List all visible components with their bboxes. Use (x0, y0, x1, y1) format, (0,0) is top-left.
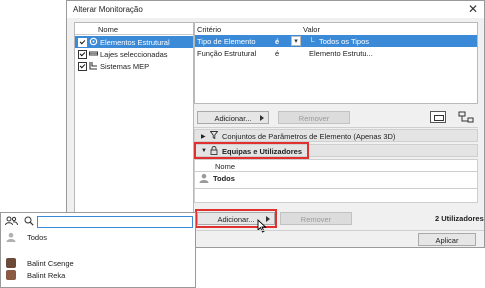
search-input[interactable] (37, 216, 193, 228)
expand-arrow-icon: ▶ (201, 134, 206, 140)
divider (194, 127, 478, 128)
value-cell[interactable]: Elemento Estrutu... (309, 49, 373, 58)
remove-user-label: Remover (300, 215, 332, 224)
column-header-nome: Nome (98, 25, 119, 34)
structural-elements-icon (89, 37, 98, 46)
list-item-label: Elementos Estrutural (100, 38, 170, 47)
title-bar: Alterar Monitoração ✕ (67, 1, 484, 18)
list-item-label: Sistemas MEP (100, 62, 150, 71)
section-label: Conjuntos de Parâmetros de Elemento (Ape… (222, 132, 396, 141)
list-header: Nome (75, 23, 193, 35)
avatar (6, 258, 16, 268)
list-item[interactable]: Balint Csenge (1, 257, 195, 269)
operator-cell[interactable]: é (275, 49, 279, 58)
user-picker-popup: Todos Balint Csenge Balint Reka (0, 212, 196, 288)
user-icon (6, 232, 16, 244)
close-icon[interactable]: ✕ (468, 2, 478, 16)
avatar (6, 270, 16, 280)
search-icon (24, 216, 34, 228)
remove-criterion-label: Remover (298, 114, 330, 123)
mouse-pointer-icon (257, 218, 267, 235)
alterar-monitoracao-dialog: Alterar Monitoração ✕ Nome Elementos Est… (66, 0, 485, 249)
criteria-table: Critério Valor Tipo de Elemento é ▾ Todo… (194, 22, 478, 104)
criterion-cell: Função Estrutural (197, 49, 257, 58)
list-item[interactable]: Balint Reka (1, 269, 195, 281)
row-divider (195, 188, 477, 189)
tree-connector-icon: └ (309, 37, 315, 46)
users-count: 2 Utilizadores (435, 214, 484, 223)
checkbox[interactable] (78, 38, 87, 47)
list-item[interactable]: Todos (1, 231, 195, 243)
column-header-criterio: Critério (197, 25, 222, 34)
filter-icon (209, 131, 219, 141)
column-header-nome: Nome (215, 162, 236, 171)
criterion-cell: Tipo de Elemento (197, 37, 256, 46)
hierarchy-icon[interactable] (458, 111, 474, 123)
table-row[interactable]: Todos (195, 172, 477, 184)
list-item-lajes-seleccionadas[interactable]: Lajes seleccionadas (75, 48, 193, 60)
checkbox[interactable] (78, 50, 87, 59)
column-header-valor: Valor (303, 25, 320, 34)
remove-criterion-button[interactable]: Remover (278, 111, 350, 124)
criteria-row-funcao-estrutural[interactable]: Função Estrutural é Elemento Estrutu... (195, 47, 477, 59)
add-criterion-label: Adicionar... (214, 114, 252, 123)
section-parameter-sets[interactable]: ▶ Conjuntos de Parâmetros de Elemento (A… (194, 129, 478, 142)
user-name: Todos (213, 174, 235, 183)
user-name: Todos (27, 233, 48, 242)
dialog-title: Alterar Monitoração (73, 5, 143, 14)
operator-cell[interactable]: é (275, 37, 279, 46)
value-cell[interactable]: Todos os Tipos (319, 37, 369, 46)
remove-user-button[interactable]: Remover (280, 212, 352, 225)
user-name: Balint Csenge (27, 259, 74, 268)
slab-icon (89, 49, 98, 58)
list-item-label: Lajes seleccionadas (100, 50, 168, 59)
highlight-box (194, 142, 309, 159)
add-criterion-button[interactable]: Adicionar... (197, 111, 269, 124)
operator-dropdown-icon[interactable]: ▾ (291, 36, 301, 46)
submenu-arrow-icon (260, 115, 264, 121)
users-table: Nome Todos (194, 159, 478, 203)
users-group-icon[interactable] (5, 216, 18, 228)
apply-button[interactable]: Aplicar (418, 233, 476, 246)
mep-systems-icon (89, 61, 98, 70)
list-item-sistemas-mep[interactable]: Sistemas MEP (75, 60, 193, 72)
list-item-elementos-estrutural[interactable]: Elementos Estrutural (75, 36, 193, 48)
apply-label: Aplicar (435, 236, 459, 245)
user-icon (199, 173, 209, 185)
frame-icon[interactable] (430, 111, 446, 123)
criteria-row-tipo-de-elemento[interactable]: Tipo de Elemento é ▾ Todos os Tipos └ (195, 35, 477, 47)
user-name: Balint Reka (27, 271, 66, 280)
checkbox[interactable] (78, 62, 87, 71)
